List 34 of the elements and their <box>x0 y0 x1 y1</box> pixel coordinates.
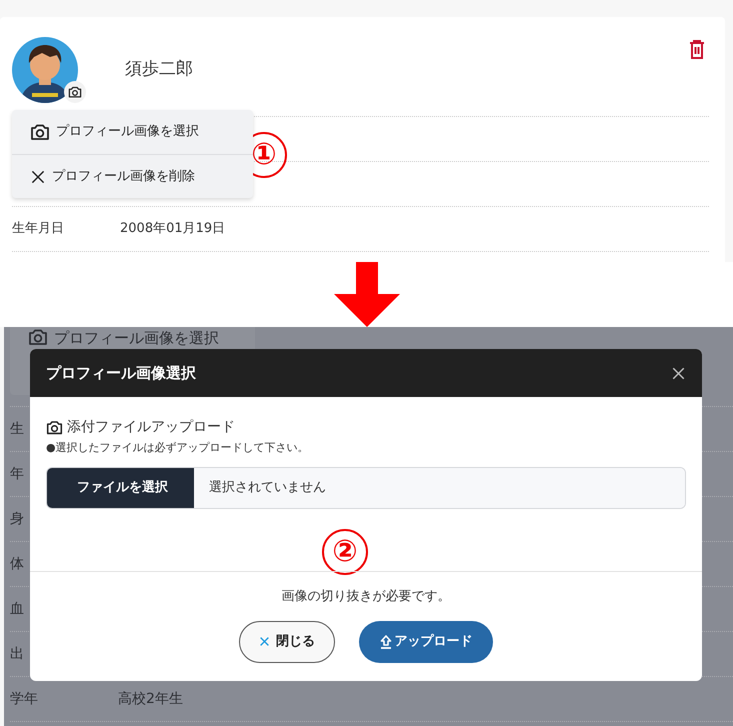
file-status: 選択されていません <box>194 468 685 508</box>
down-arrow <box>334 262 400 327</box>
close-icon <box>671 366 686 380</box>
note-text: ●選択したファイルは必ずアップロードして下さい。 <box>46 440 310 456</box>
footer-note: 画像の切り抜きが必要です。 <box>282 588 450 606</box>
delete-button[interactable] <box>689 37 705 61</box>
menu-item[interactable]: プロフィール画像を削除 <box>12 154 253 198</box>
trash-icon <box>689 40 705 60</box>
row-value: 2008年01月19日 <box>120 220 226 238</box>
file-button[interactable]: ファイルを選択 <box>47 468 194 508</box>
row-label: 身 <box>10 510 24 528</box>
upload-icon <box>380 634 392 648</box>
camera-button[interactable] <box>64 81 86 103</box>
close-icon <box>30 168 46 184</box>
upload-button[interactable]: アップロード <box>359 620 493 662</box>
row-label: 出 <box>10 644 24 664</box>
close-button[interactable] <box>671 366 686 380</box>
section-label: 添付ファイルアップロード <box>67 418 235 437</box>
row-label: 血 <box>10 600 24 618</box>
camera-icon <box>28 327 48 347</box>
close-icon <box>259 636 270 647</box>
row-label: 生 <box>10 420 24 438</box>
row-label: 学年 <box>10 690 38 708</box>
user-name: 須歩二郎 <box>125 58 193 81</box>
step-number: ② <box>322 529 368 575</box>
camera-icon <box>68 85 82 99</box>
row-value: 高校2年生 <box>118 690 183 708</box>
camera-icon <box>46 419 63 436</box>
row-label: 年 <box>10 464 24 484</box>
close-button[interactable]: 閉じる <box>239 620 335 662</box>
row-label: 生年月日 <box>12 220 64 238</box>
modal-title: プロフィール画像選択 <box>46 362 196 384</box>
row-label: 体 <box>10 554 24 574</box>
camera-icon <box>30 122 50 142</box>
